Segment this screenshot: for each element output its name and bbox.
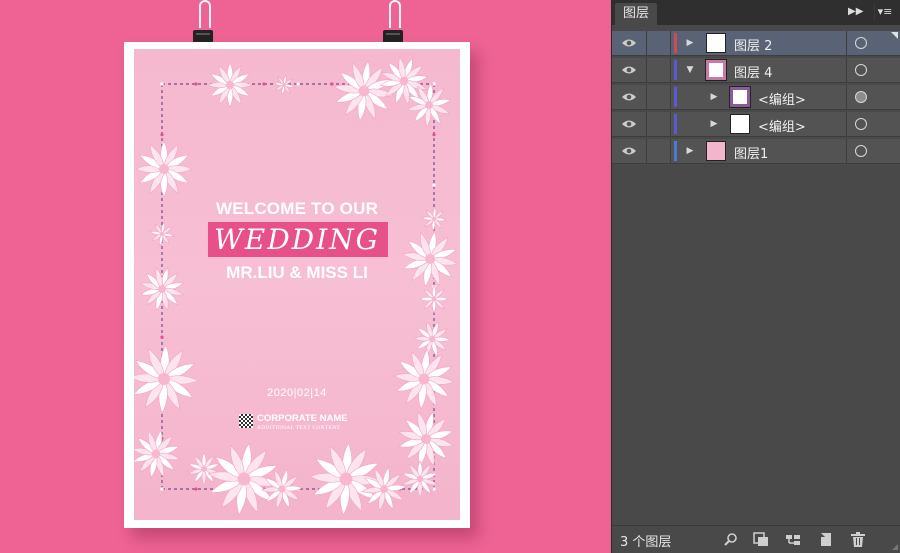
additional-text: ADDITIONAL TEXT CONTENT [257,425,341,431]
binder-clip-right [382,0,406,46]
collapse-arrow-icon[interactable]: ▼ [684,63,696,77]
layer-row-group-1[interactable]: ▶ <编组> [612,85,900,110]
locate-object-icon[interactable] [723,532,739,547]
qr-code-icon [239,414,253,428]
target-circle-icon[interactable] [855,145,867,157]
layer-row-layer2[interactable]: ▶ 图层 2 [612,31,900,56]
selection-corner-icon [891,32,898,39]
corporate-block: CORPORATE NAME ADDITIONAL TEXT CONTENT [239,412,379,436]
artboard-canvas[interactable]: WELCOME TO OUR WEDDING MR.LIU & MISS LI … [0,0,610,553]
layer-row-layer1[interactable]: ▶ 图层1 [612,139,900,164]
layer-color-bar [674,87,677,107]
layer-color-bar [674,60,677,80]
collapse-panel-icon[interactable]: ▶▶ [848,5,863,19]
visibility-eye-icon[interactable] [621,145,637,157]
floral-frame [134,56,459,516]
visibility-eye-icon[interactable] [621,91,637,103]
layer-color-bar [674,114,677,134]
target-circle-icon[interactable] [855,64,867,76]
flower-decoration [361,466,407,512]
flower-decoration [273,74,295,96]
corporate-name: CORPORATE NAME [257,413,348,424]
flower-decoration [413,320,451,358]
layer-thumbnail [706,33,726,53]
layer-thumbnail [706,141,726,161]
panel-menu-icon[interactable]: ▾≡ [874,4,895,20]
layer-thumbnail [729,86,751,108]
expand-arrow-icon[interactable]: ▶ [708,90,720,104]
target-circle-icon[interactable] [855,118,867,130]
flower-decoration [393,348,455,410]
layer-color-bar [674,33,677,53]
visibility-eye-icon[interactable] [621,118,637,130]
flower-decoration [261,468,303,510]
expand-arrow-icon[interactable]: ▶ [684,144,696,158]
flower-decoration [402,460,438,498]
welcome-text: WELCOME TO OUR [215,199,379,218]
layer-row-layer4[interactable]: ▼ 图层 4 [612,58,900,83]
flower-decoration [135,140,193,198]
flower-decoration [398,411,454,467]
flower-decoration [188,452,220,486]
layer-thumbnail [730,114,750,134]
wedding-title: WEDDING [213,223,381,256]
panel-tab-bar: 图层 ▶▶ ▾≡ [612,0,900,25]
couple-names: MR.LIU & MISS LI [226,263,368,282]
flower-decoration [134,429,181,479]
expand-arrow-icon[interactable]: ▶ [708,117,720,131]
visibility-eye-icon[interactable] [621,37,637,49]
layers-panel: 图层 ▶▶ ▾≡ ▶ 图层 2 ▼ 图层 4 ▶ <编组> ▶ <编组> ▶ 图… [611,0,900,553]
layer-count: 3 个图层 [620,535,672,550]
poster-artwork: WELCOME TO OUR WEDDING MR.LIU & MISS LI … [134,49,460,520]
panel-footer: 3 个图层 [612,525,900,553]
wedding-poster[interactable]: WELCOME TO OUR WEDDING MR.LIU & MISS LI … [124,42,470,528]
target-circle-icon[interactable] [855,37,867,49]
visibility-eye-icon[interactable] [621,64,637,76]
expand-arrow-icon[interactable]: ▶ [684,36,696,50]
flower-decoration [134,344,199,414]
flower-decoration [207,62,253,108]
layer-name[interactable]: <编组> [758,116,806,135]
layer-name[interactable]: 图层 4 [734,62,772,81]
new-layer-icon[interactable] [818,532,834,547]
target-circle-icon[interactable] [855,91,867,103]
binder-clip-left [192,0,216,46]
layer-thumbnail [705,59,727,81]
clipping-mask-icon[interactable] [753,532,769,547]
layer-name[interactable]: 图层 2 [734,35,772,54]
tab-layers[interactable]: 图层 [615,3,658,25]
new-sublayer-icon[interactable] [785,532,801,547]
flower-decoration [419,284,449,314]
delete-trash-icon[interactable] [850,532,866,547]
layer-name[interactable]: <编组> [758,89,806,108]
layer-name[interactable]: 图层1 [734,143,768,162]
wedding-date: 2020|02|14 [267,387,327,399]
resize-grip-icon[interactable] [892,544,898,550]
layer-color-bar [674,141,677,161]
flower-decoration [333,60,395,122]
layer-row-group-2[interactable]: ▶ <编组> [612,112,900,137]
